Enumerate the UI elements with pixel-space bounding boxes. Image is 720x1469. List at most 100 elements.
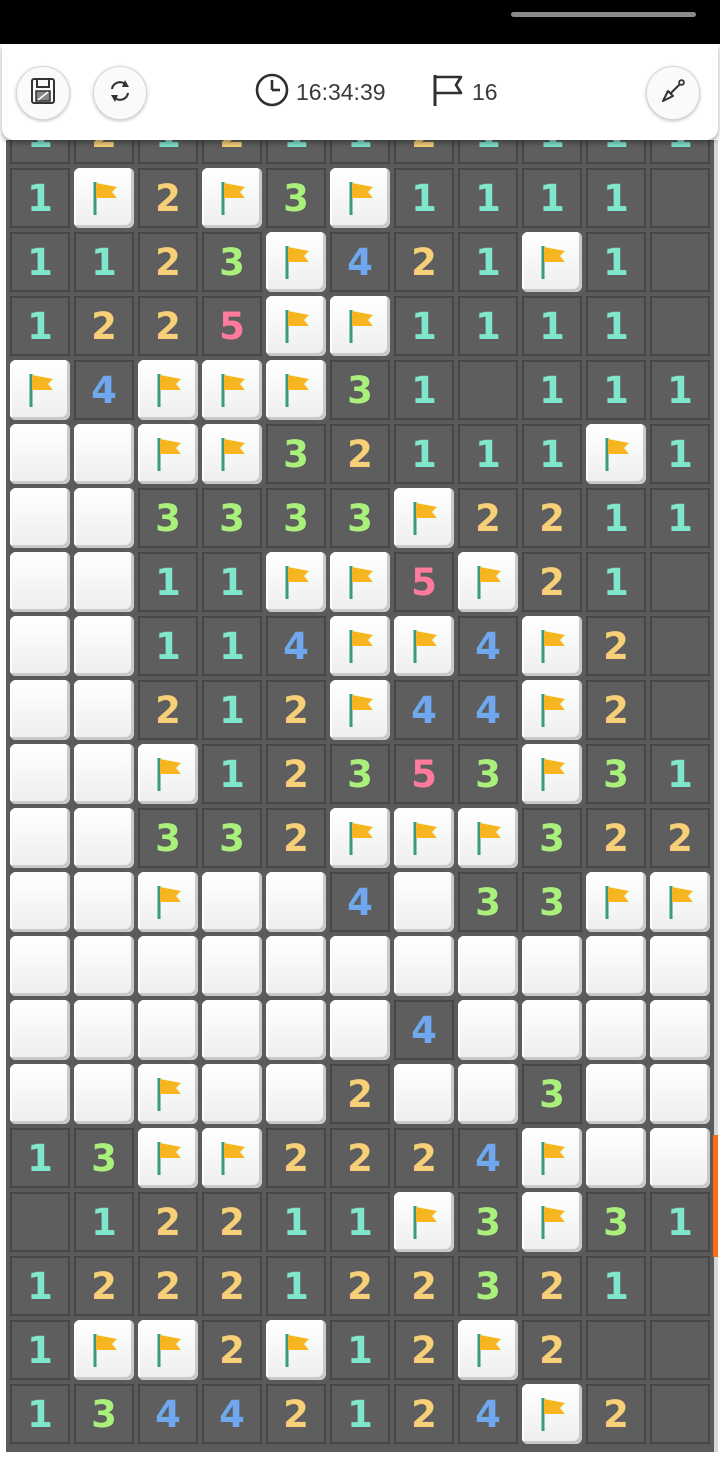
covered-cell[interactable] (458, 936, 518, 996)
flagged-cell[interactable] (266, 232, 326, 292)
empty-cell[interactable] (650, 1320, 710, 1380)
scrollbar-thumb[interactable] (713, 1135, 718, 1257)
number-cell[interactable]: 2 (330, 424, 390, 484)
number-cell[interactable]: 3 (330, 488, 390, 548)
covered-cell[interactable] (74, 1000, 134, 1060)
empty-cell[interactable] (650, 680, 710, 740)
number-cell[interactable]: 1 (650, 488, 710, 548)
number-cell[interactable]: 1 (650, 744, 710, 804)
covered-cell[interactable] (586, 1128, 646, 1188)
number-cell[interactable]: 2 (138, 168, 198, 228)
covered-cell[interactable] (74, 808, 134, 868)
number-cell[interactable]: 2 (586, 680, 646, 740)
flagged-cell[interactable] (266, 360, 326, 420)
number-cell[interactable]: 3 (138, 808, 198, 868)
number-cell[interactable]: 1 (458, 424, 518, 484)
covered-cell[interactable] (266, 1064, 326, 1124)
number-cell[interactable]: 2 (202, 1256, 262, 1316)
flagged-cell[interactable] (458, 808, 518, 868)
covered-cell[interactable] (10, 936, 70, 996)
number-cell[interactable]: 1 (586, 232, 646, 292)
number-cell[interactable]: 3 (522, 1064, 582, 1124)
flagged-cell[interactable] (138, 1320, 198, 1380)
covered-cell[interactable] (394, 936, 454, 996)
covered-cell[interactable] (138, 936, 198, 996)
number-cell[interactable]: 2 (330, 1064, 390, 1124)
number-cell[interactable]: 3 (138, 488, 198, 548)
flagged-cell[interactable] (650, 872, 710, 932)
number-cell[interactable]: 1 (586, 296, 646, 356)
number-cell[interactable]: 3 (202, 808, 262, 868)
number-cell[interactable]: 3 (586, 744, 646, 804)
flagged-cell[interactable] (586, 872, 646, 932)
number-cell[interactable]: 2 (202, 140, 262, 164)
number-cell[interactable]: 2 (394, 1384, 454, 1444)
covered-cell[interactable] (10, 1064, 70, 1124)
number-cell[interactable]: 4 (394, 680, 454, 740)
number-cell[interactable]: 1 (650, 1192, 710, 1252)
number-cell[interactable]: 2 (138, 232, 198, 292)
number-cell[interactable]: 1 (394, 296, 454, 356)
number-cell[interactable]: 1 (10, 140, 70, 164)
number-cell[interactable]: 1 (394, 168, 454, 228)
number-cell[interactable]: 1 (74, 1192, 134, 1252)
flagged-cell[interactable] (522, 680, 582, 740)
covered-cell[interactable] (202, 1000, 262, 1060)
number-cell[interactable]: 4 (458, 1384, 518, 1444)
number-cell[interactable]: 1 (586, 140, 646, 164)
number-cell[interactable]: 4 (394, 1000, 454, 1060)
number-cell[interactable]: 5 (394, 744, 454, 804)
number-cell[interactable]: 1 (330, 1320, 390, 1380)
number-cell[interactable]: 4 (266, 616, 326, 676)
number-cell[interactable]: 3 (202, 232, 262, 292)
flagged-cell[interactable] (266, 296, 326, 356)
number-cell[interactable]: 1 (330, 1384, 390, 1444)
number-cell[interactable]: 1 (10, 1320, 70, 1380)
number-cell[interactable]: 1 (266, 140, 326, 164)
number-cell[interactable]: 4 (74, 360, 134, 420)
number-cell[interactable]: 1 (10, 1256, 70, 1316)
flagged-cell[interactable] (522, 232, 582, 292)
covered-cell[interactable] (330, 936, 390, 996)
flagged-cell[interactable] (330, 552, 390, 612)
covered-cell[interactable] (10, 488, 70, 548)
flagged-cell[interactable] (394, 1192, 454, 1252)
flagged-cell[interactable] (138, 1128, 198, 1188)
covered-cell[interactable] (74, 872, 134, 932)
covered-cell[interactable] (330, 1000, 390, 1060)
number-cell[interactable]: 1 (650, 140, 710, 164)
flagged-cell[interactable] (202, 424, 262, 484)
number-cell[interactable]: 1 (522, 360, 582, 420)
number-cell[interactable]: 3 (266, 424, 326, 484)
covered-cell[interactable] (394, 1064, 454, 1124)
number-cell[interactable]: 1 (10, 1128, 70, 1188)
flagged-cell[interactable] (522, 1128, 582, 1188)
empty-cell[interactable] (650, 232, 710, 292)
number-cell[interactable]: 2 (586, 616, 646, 676)
covered-cell[interactable] (10, 616, 70, 676)
flagged-cell[interactable] (202, 360, 262, 420)
number-cell[interactable]: 2 (74, 140, 134, 164)
covered-cell[interactable] (522, 1000, 582, 1060)
flagged-cell[interactable] (394, 488, 454, 548)
flagged-cell[interactable] (394, 616, 454, 676)
number-cell[interactable]: 2 (394, 1320, 454, 1380)
flagged-cell[interactable] (330, 680, 390, 740)
covered-cell[interactable] (10, 424, 70, 484)
number-cell[interactable]: 1 (138, 616, 198, 676)
covered-cell[interactable] (10, 680, 70, 740)
covered-cell[interactable] (202, 872, 262, 932)
number-cell[interactable]: 2 (74, 296, 134, 356)
flagged-cell[interactable] (138, 744, 198, 804)
number-cell[interactable]: 4 (138, 1384, 198, 1444)
number-cell[interactable]: 1 (138, 552, 198, 612)
number-cell[interactable]: 2 (74, 1256, 134, 1316)
number-cell[interactable]: 1 (330, 1192, 390, 1252)
number-cell[interactable]: 2 (138, 1256, 198, 1316)
number-cell[interactable]: 3 (458, 872, 518, 932)
number-cell[interactable]: 1 (650, 424, 710, 484)
covered-cell[interactable] (74, 680, 134, 740)
number-cell[interactable]: 1 (10, 296, 70, 356)
covered-cell[interactable] (266, 936, 326, 996)
number-cell[interactable]: 1 (202, 552, 262, 612)
